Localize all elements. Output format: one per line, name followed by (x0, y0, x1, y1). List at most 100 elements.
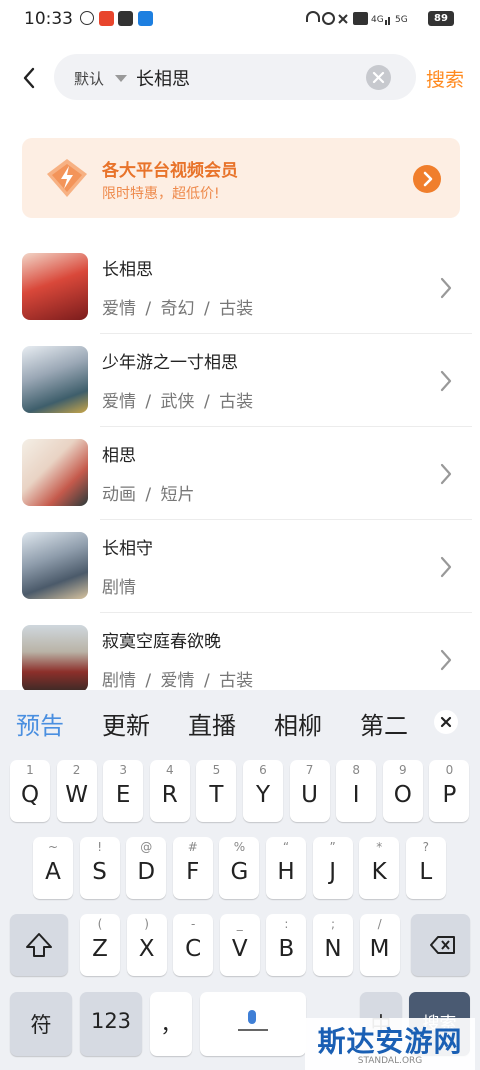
result-tags: 剧情 / 爱情 / 古装 (102, 671, 254, 691)
key-secondary-char: % (233, 840, 246, 854)
chevron-right-icon (437, 369, 455, 393)
key-z[interactable]: (Z (80, 914, 120, 976)
app-notification-icon (99, 11, 114, 26)
key-q[interactable]: 1Q (10, 760, 50, 822)
search-input[interactable]: 长相思 (136, 65, 190, 91)
shift-key[interactable] (10, 914, 68, 976)
key-n[interactable]: ; N (313, 914, 353, 976)
space-key[interactable] (200, 992, 306, 1056)
app-notification-icon (80, 11, 94, 25)
key-letter: B (278, 936, 295, 962)
number-key[interactable]: 123 (80, 992, 142, 1056)
result-item[interactable]: 长相守 剧情 (0, 520, 480, 613)
key-x[interactable]: ) X (126, 914, 167, 976)
key-u[interactable]: 7U (289, 760, 330, 822)
key-letter: C (185, 936, 202, 962)
battery-indicator: 89 (428, 11, 454, 26)
key-r[interactable]: 4R (149, 760, 190, 822)
comma-key[interactable]: ， (150, 992, 192, 1056)
chevron-right-icon (437, 555, 455, 579)
key-secondary-char: 7 (305, 763, 314, 777)
candidate-word[interactable]: 第二 (360, 706, 416, 741)
chevron-right-icon (423, 171, 433, 187)
key-s[interactable]: ! S (79, 837, 120, 899)
poster-image (22, 625, 88, 692)
key-e[interactable]: 3E (103, 760, 144, 822)
key-letter: D (137, 859, 156, 885)
key-a[interactable]: ~ A (33, 837, 73, 899)
status-icons: 4G 5G (305, 10, 417, 27)
key-secondary-char: ” (329, 840, 336, 854)
key-secondary-char: 2 (72, 763, 81, 777)
result-item[interactable]: 相思 动画 / 短片 (0, 427, 480, 520)
key-secondary-char: * (376, 840, 383, 854)
back-button[interactable] (18, 64, 40, 92)
key-letter: W (65, 782, 88, 808)
search-bar[interactable]: 默认 长相思 (54, 54, 416, 100)
key-o[interactable]: 9O (382, 760, 423, 822)
key-letter: S (92, 859, 107, 885)
close-candidates-button[interactable] (434, 710, 458, 734)
key-j[interactable]: ” J (312, 837, 353, 899)
result-title: 相思 (102, 446, 136, 466)
candidate-word[interactable]: 相柳 (274, 706, 322, 741)
search-button[interactable]: 搜索 (426, 65, 464, 92)
result-item[interactable]: 少年游之一寸相思 爱情 / 武侠 / 古装 (0, 334, 480, 427)
key-letter: O (393, 782, 412, 808)
key-secondary-char: - (191, 917, 196, 931)
key-letter: L (419, 859, 433, 885)
key-letter: A (45, 859, 61, 885)
result-title: 寂寞空庭春欲晚 (102, 632, 221, 652)
candidate-word[interactable]: 预告 (16, 706, 64, 741)
key-w[interactable]: 2W (56, 760, 97, 822)
result-item[interactable]: 长相思 爱情 / 奇幻 / 古装 (0, 241, 480, 334)
key-k[interactable]: * K (359, 837, 400, 899)
key-g[interactable]: % G (219, 837, 260, 899)
symbol-key[interactable]: 符 (10, 992, 72, 1056)
key-h[interactable]: “H (266, 837, 306, 899)
key-secondary-char: 9 (398, 763, 407, 777)
key-c[interactable]: -C (173, 914, 214, 976)
promo-arrow-button[interactable] (413, 165, 441, 193)
key-p[interactable]: 0P (429, 760, 470, 822)
key-secondary-char: 8 (352, 763, 360, 777)
key-b[interactable]: :B (266, 914, 307, 976)
key-m[interactable]: / M (359, 914, 400, 976)
result-title: 长相思 (102, 260, 153, 280)
key-secondary-char: ? (422, 840, 429, 854)
promo-title: 各大平台视频会员 (102, 161, 238, 181)
key-d[interactable]: @ D (126, 837, 167, 899)
status-bar: 10:33 4G 5G 89 (0, 0, 480, 38)
clear-search-button[interactable] (366, 65, 391, 90)
key-letter: G (230, 859, 249, 885)
key-letter: P (442, 782, 457, 808)
key-secondary-char: 5 (212, 763, 221, 777)
poster-image (22, 439, 88, 506)
key-letter: M (369, 936, 390, 962)
key-secondary-char: 1 (26, 763, 34, 777)
chevron-left-icon (23, 67, 35, 89)
key-v[interactable]: _ V (219, 914, 260, 976)
result-tags: 爱情 / 奇幻 / 古装 (102, 299, 254, 319)
result-title: 少年游之一寸相思 (102, 353, 238, 373)
backspace-key[interactable] (411, 914, 470, 976)
key-letter: N (324, 936, 342, 962)
key-secondary-char: / (377, 917, 382, 931)
soft-keyboard: 预告 更新 直播 相柳 第二 1Q2W3E4R5T6Y7U8I9O0P ~ A! S… (0, 690, 480, 1070)
key-i[interactable]: 8I (336, 760, 377, 822)
candidate-word[interactable]: 直播 (188, 706, 236, 741)
key-l[interactable]: ? L (405, 837, 446, 899)
key-letter: J (329, 859, 336, 885)
key-y[interactable]: 6Y (243, 760, 283, 822)
key-secondary-char: ~ (47, 840, 59, 854)
sort-filter-dropdown[interactable]: 默认 (74, 68, 104, 89)
backspace-icon (430, 936, 455, 954)
key-t[interactable]: 5T (196, 760, 237, 822)
candidate-word[interactable]: 更新 (102, 706, 150, 741)
key-letter: Y (255, 782, 271, 808)
app-notification-icon (138, 11, 153, 26)
vip-promo-banner[interactable]: 各大平台视频会员 限时特惠，超低价! (22, 138, 460, 218)
mail-icon (118, 11, 133, 26)
key-secondary-char: 3 (119, 763, 127, 777)
key-f[interactable]: # F (172, 837, 213, 899)
